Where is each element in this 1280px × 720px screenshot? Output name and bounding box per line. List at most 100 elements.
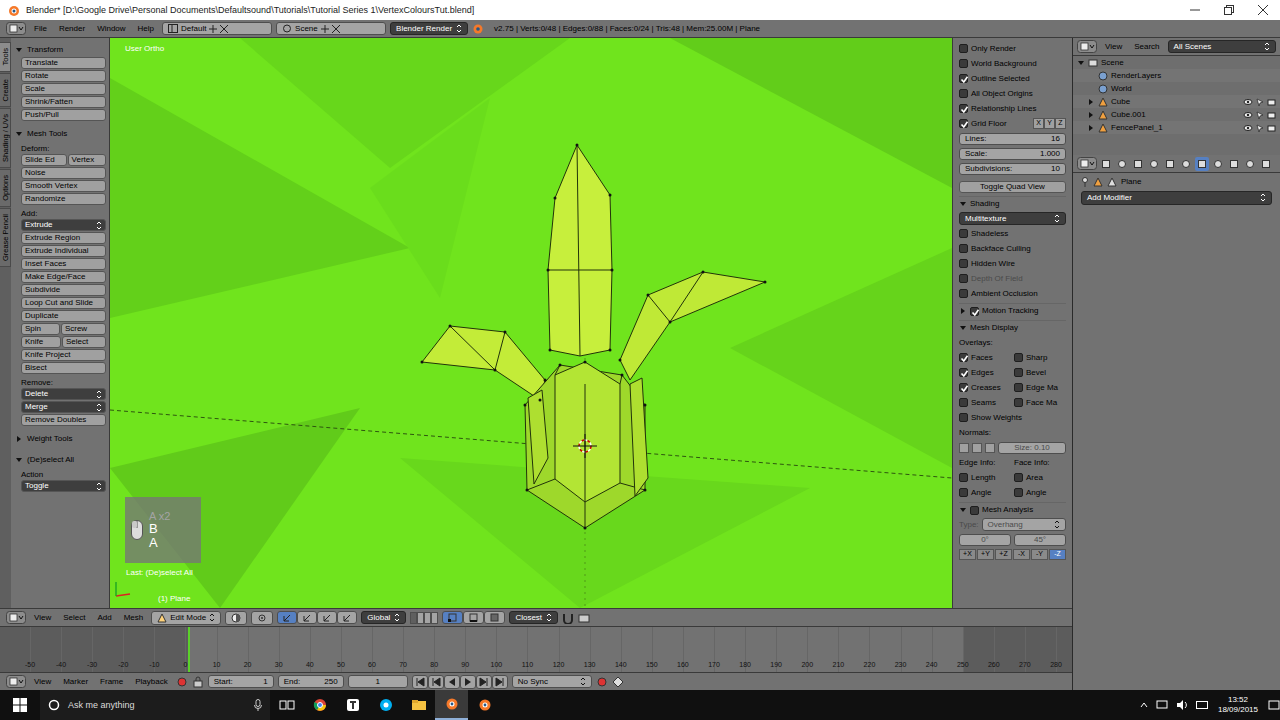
tool-button[interactable]: Duplicate: [21, 310, 106, 322]
tool-button[interactable]: Vertex: [68, 154, 106, 166]
layer-button[interactable]: [417, 612, 424, 624]
context-tab[interactable]: [1259, 157, 1273, 171]
menu-item[interactable]: View: [30, 677, 55, 687]
tool-button[interactable]: Spin: [21, 323, 60, 335]
taskbar-app[interactable]: [336, 690, 369, 720]
tool-button[interactable]: Scale: [21, 83, 106, 95]
checkbox-row[interactable]: Relationship Lines: [959, 101, 1066, 116]
checkbox-row[interactable]: Angle: [1014, 485, 1066, 500]
context-tab[interactable]: [1147, 157, 1161, 171]
mode-dropdown[interactable]: Edit Mode: [151, 611, 221, 625]
checkbox[interactable]: [1014, 353, 1023, 362]
current-frame-field[interactable]: 1: [348, 675, 408, 689]
checkbox-row[interactable]: Only Render: [959, 41, 1066, 56]
checkbox-row[interactable]: Area: [1014, 470, 1066, 485]
menu-item[interactable]: Select: [59, 613, 89, 623]
tool-button[interactable]: Noise: [21, 167, 106, 179]
checkbox[interactable]: [959, 398, 968, 407]
taskbar-app[interactable]: [369, 690, 402, 720]
checkbox[interactable]: [959, 59, 968, 68]
axis-toggle[interactable]: X: [1033, 118, 1044, 129]
panel-header[interactable]: Weight Tools: [15, 432, 106, 445]
start-frame-field[interactable]: Start:1: [208, 675, 274, 689]
checkbox[interactable]: [959, 104, 968, 113]
sync-dropdown[interactable]: No Sync: [512, 675, 592, 689]
checkbox-row[interactable]: Hidden Wire: [959, 256, 1066, 271]
axis-button[interactable]: +Z: [995, 549, 1012, 560]
axis-button[interactable]: +X: [959, 549, 976, 560]
context-tab[interactable]: [1163, 157, 1177, 171]
checkbox[interactable]: [959, 473, 968, 482]
tool-button[interactable]: Inset Faces: [21, 258, 106, 270]
context-tab[interactable]: [1115, 157, 1129, 171]
layout-selector[interactable]: Default: [162, 22, 272, 36]
transport-button[interactable]: [460, 675, 476, 689]
checkbox[interactable]: [1014, 473, 1023, 482]
taskbar-app[interactable]: [468, 690, 501, 720]
layer-button[interactable]: [424, 612, 431, 624]
checkbox-row[interactable]: Ambient Occlusion: [959, 286, 1066, 301]
panel-header[interactable]: Shading: [959, 196, 1066, 211]
tool-button[interactable]: Delete: [21, 388, 106, 400]
axis-button[interactable]: -Z: [1049, 549, 1066, 560]
tool-button[interactable]: Extrude Region: [21, 232, 106, 244]
menu-item[interactable]: Window: [93, 24, 129, 34]
shelf-tab[interactable]: Create: [0, 73, 11, 108]
select-mode-button[interactable]: [442, 611, 463, 624]
tool-button[interactable]: Push/Pull: [21, 109, 106, 121]
context-tab[interactable]: [1179, 157, 1193, 171]
timeline-ruler[interactable]: -50-40-30-20-100102030405060708090100110…: [0, 626, 1072, 672]
taskbar-app[interactable]: [270, 690, 303, 720]
select-mode-button[interactable]: [484, 611, 505, 624]
menu-item[interactable]: View: [30, 613, 55, 623]
checkbox[interactable]: [959, 229, 968, 238]
tool-button[interactable]: Extrude Individual: [21, 245, 106, 257]
checkbox-row[interactable]: Seams: [959, 395, 1011, 410]
number-field[interactable]: Lines:16: [959, 133, 1066, 145]
checkbox-row[interactable]: Edges: [959, 365, 1011, 380]
tool-button[interactable]: Shrink/Fatten: [21, 96, 106, 108]
checkbox-row[interactable]: Show Weights: [959, 410, 1066, 425]
axis-toggle[interactable]: Y: [1044, 118, 1055, 129]
checkbox[interactable]: [959, 119, 968, 128]
outliner-row[interactable]: Cube.001: [1073, 108, 1280, 121]
number-field[interactable]: Scale:1.000: [959, 148, 1066, 160]
checkbox[interactable]: [959, 74, 968, 83]
tool-button[interactable]: Extrude: [21, 219, 106, 231]
axis-button[interactable]: -Y: [1031, 549, 1048, 560]
taskbar-app[interactable]: [303, 690, 336, 720]
checkbox-row[interactable]: Face Ma: [1014, 395, 1066, 410]
checkbox-row[interactable]: Length: [959, 470, 1011, 485]
checkbox[interactable]: [959, 44, 968, 53]
tool-button[interactable]: Select: [62, 336, 106, 348]
end-frame-field[interactable]: End:250: [278, 675, 344, 689]
panel-header[interactable]: Mesh Tools: [15, 127, 106, 140]
checkbox[interactable]: [1014, 368, 1023, 377]
outliner-row[interactable]: Cube: [1073, 95, 1280, 108]
taskbar-app[interactable]: [435, 690, 468, 720]
tool-button[interactable]: Knife Project: [21, 349, 106, 361]
checkbox-row[interactable]: Faces: [959, 350, 1011, 365]
checkbox-row[interactable]: Bevel: [1014, 365, 1066, 380]
action-dropdown[interactable]: Toggle: [21, 480, 106, 492]
outliner-row[interactable]: FencePanel_1: [1073, 121, 1280, 134]
menu-item[interactable]: Add: [93, 613, 115, 623]
tool-button[interactable]: Slide Ed: [21, 154, 67, 166]
tool-button[interactable]: Knife: [21, 336, 61, 348]
toggle-quad-view-button[interactable]: Toggle Quad View: [959, 181, 1066, 193]
menu-item[interactable]: Search: [1130, 42, 1163, 52]
tool-button[interactable]: Screw: [61, 323, 106, 335]
context-tab[interactable]: [1243, 157, 1257, 171]
panel-header[interactable]: Motion Tracking: [959, 303, 1066, 318]
tool-button[interactable]: Randomize: [21, 193, 106, 205]
viewport-shading-button[interactable]: [225, 611, 247, 625]
render-engine-dropdown[interactable]: Blender Render: [390, 22, 468, 36]
checkbox-row[interactable]: All Object Origins: [959, 86, 1066, 101]
min-angle-field[interactable]: 0°: [959, 534, 1011, 546]
tool-button[interactable]: Make Edge/Face: [21, 271, 106, 283]
panel-header[interactable]: Mesh Display: [959, 320, 1066, 335]
checkbox-row[interactable]: Shadeless: [959, 226, 1066, 241]
checkbox[interactable]: [959, 274, 968, 283]
max-angle-field[interactable]: 45°: [1014, 534, 1066, 546]
checkbox-row[interactable]: Depth Of Field: [959, 271, 1066, 286]
